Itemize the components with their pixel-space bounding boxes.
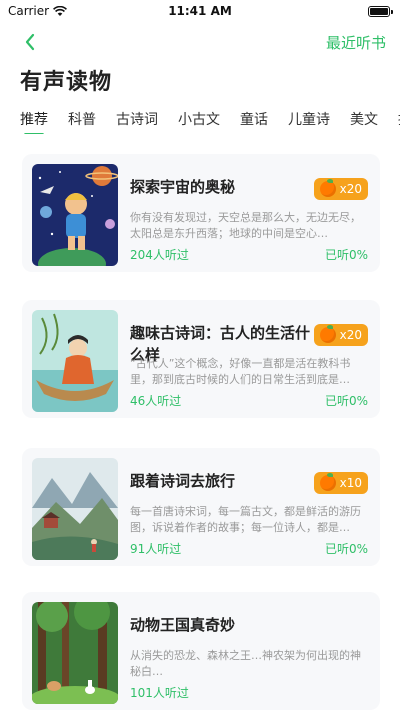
reward-badge[interactable]: x20 bbox=[314, 178, 368, 200]
book-description: “古代人”这个概念，好像一直都是活在教科书里，那到底古时候的人们的日常生活到底是… bbox=[130, 357, 351, 386]
tab-children-poems[interactable]: 儿童诗 bbox=[288, 109, 330, 129]
tab-recommend[interactable]: 推荐 bbox=[20, 109, 48, 134]
orange-icon bbox=[320, 473, 336, 491]
book-cover bbox=[32, 310, 118, 412]
listen-progress: 已听0% bbox=[324, 542, 368, 556]
book-card[interactable]: 动物王国真奇妙 从消失的恐龙、森林之王…神农架为何出现的神秘白… 101人听过 bbox=[22, 592, 380, 710]
listener-count: 91人听过 bbox=[130, 542, 182, 556]
tab-ancient-poetry[interactable]: 古诗词 bbox=[116, 109, 158, 129]
recent-listen-link[interactable]: 最近听书 bbox=[326, 32, 386, 53]
reward-count: x20 bbox=[339, 182, 362, 196]
category-tabs: 推荐 科普 古诗词 小古文 童话 儿童诗 美文 拼 bbox=[0, 104, 400, 134]
book-card[interactable]: 趣味古诗词：古人的生活什么样 x20 “古代人”这个概念，好像一直都是活在教科书… bbox=[22, 300, 380, 418]
book-card[interactable]: 跟着诗词去旅行 x10 每一首唐诗宋词，每一篇古文，都是鲜活的游历图，诉说着作者… bbox=[22, 448, 380, 566]
book-cover bbox=[32, 458, 118, 560]
reward-count: x20 bbox=[339, 328, 362, 342]
book-cover bbox=[32, 164, 118, 266]
tab-essays[interactable]: 美文 bbox=[350, 109, 378, 129]
book-title: 探索宇宙的奥秘 bbox=[130, 178, 236, 196]
carrier-label: Carrier bbox=[8, 4, 50, 18]
reward-count: x10 bbox=[339, 476, 362, 490]
book-title: 跟着诗词去旅行 bbox=[130, 472, 236, 490]
back-button[interactable] bbox=[18, 30, 42, 54]
tab-fairy-tales[interactable]: 童话 bbox=[240, 109, 268, 129]
orange-icon bbox=[320, 325, 336, 343]
book-card[interactable]: 探索宇宙的奥秘 x20 你有没有发现过，天空总是那么大，无边无尽，太阳总是东升西… bbox=[22, 154, 380, 272]
battery-icon bbox=[368, 5, 393, 17]
carrier-signal: Carrier bbox=[8, 4, 68, 18]
reward-badge[interactable]: x10 bbox=[314, 472, 368, 494]
chevron-left-icon bbox=[25, 33, 35, 51]
book-description: 你有没有发现过，天空总是那么大，无边无尽，太阳总是东升西落；地球的中间是空心… bbox=[130, 211, 361, 240]
tab-classical-prose[interactable]: 小古文 bbox=[178, 109, 220, 129]
wifi-icon bbox=[53, 5, 68, 16]
reward-badge[interactable]: x20 bbox=[314, 324, 368, 346]
tab-science[interactable]: 科普 bbox=[68, 109, 96, 129]
book-title: 动物王国真奇妙 bbox=[130, 616, 236, 634]
orange-icon bbox=[320, 179, 336, 197]
listen-progress: 已听0% bbox=[324, 394, 368, 408]
listener-count: 46人听过 bbox=[130, 394, 182, 408]
nav-bar: 最近听书 bbox=[0, 22, 400, 62]
status-bar: Carrier 11:41 AM bbox=[0, 0, 400, 22]
listener-count: 101人听过 bbox=[130, 686, 189, 700]
listen-progress: 已听0% bbox=[324, 248, 368, 262]
book-cover bbox=[32, 602, 118, 704]
book-description: 每一首唐诗宋词，每一篇古文，都是鲜活的游历图，诉说着作者的故事；每一位诗人，都是… bbox=[130, 505, 361, 534]
page-title: 有声读物 bbox=[20, 70, 113, 95]
book-description: 从消失的恐龙、森林之王…神农架为何出现的神秘白… bbox=[130, 649, 361, 678]
listener-count: 204人听过 bbox=[130, 248, 189, 262]
